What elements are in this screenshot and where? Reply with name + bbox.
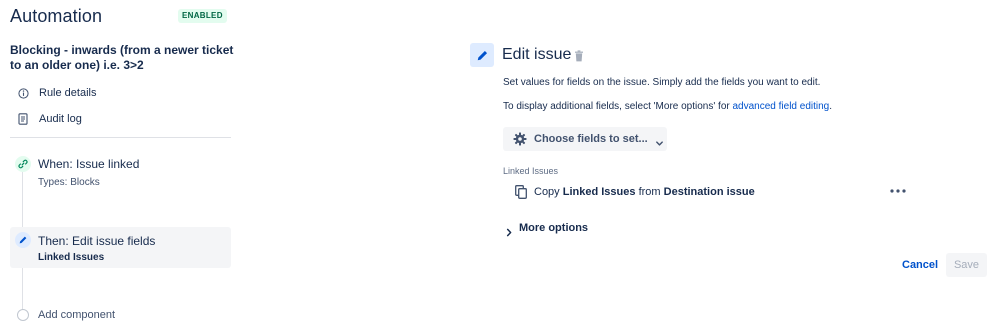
linked-issues-field-label: Linked Issues: [503, 166, 559, 176]
pencil-icon: [15, 232, 31, 248]
copy-description: Copy Linked Issues from Destination issu…: [534, 186, 755, 198]
advanced-hint-suffix: .: [829, 101, 833, 112]
nav-rule-details[interactable]: Rule details: [10, 82, 230, 104]
step-trigger[interactable]: When: Issue linked Types: Blocks: [10, 152, 231, 196]
step-trigger-title: When: Issue linked: [38, 157, 140, 171]
chevron-down-icon: [655, 135, 664, 146]
nav-audit-log[interactable]: Audit log: [10, 108, 230, 130]
copy-word: Copy: [534, 186, 560, 198]
add-component-button[interactable]: Add component: [10, 306, 210, 324]
link-icon: [15, 156, 31, 172]
save-button[interactable]: Save: [946, 253, 987, 277]
rule-name: Blocking - inwards (from a newer ticket …: [10, 43, 234, 72]
cancel-button[interactable]: Cancel: [896, 254, 944, 276]
step-action-title: Then: Edit issue fields: [38, 234, 156, 248]
trash-icon[interactable]: [574, 49, 586, 63]
advanced-field-editing-link[interactable]: advanced field editing: [733, 101, 830, 112]
add-component-label: Add component: [38, 309, 116, 321]
status-badge: ENABLED: [178, 9, 227, 23]
advanced-editing-hint: To display additional fields, select 'Mo…: [503, 101, 832, 112]
add-component-dot-icon: [17, 309, 29, 321]
copy-source: Destination issue: [663, 186, 755, 198]
more-options-label: More options: [519, 222, 589, 234]
info-icon: [15, 85, 31, 101]
nav-rule-details-label: Rule details: [39, 87, 97, 99]
pencil-icon: [470, 43, 494, 67]
more-actions-icon[interactable]: [888, 183, 908, 199]
more-options-toggle[interactable]: More options: [505, 220, 588, 236]
edit-issue-panel: Edit issue Set values for fields on the …: [460, 0, 999, 328]
document-icon: [15, 111, 31, 127]
nav-audit-log-label: Audit log: [39, 113, 82, 125]
step-action[interactable]: Then: Edit issue fields Linked Issues: [10, 227, 231, 268]
copy-icon: [515, 185, 527, 199]
linked-issues-copy-value[interactable]: Copy Linked Issues from Destination issu…: [515, 183, 755, 201]
panel-description: Set values for fields on the issue. Simp…: [503, 77, 821, 88]
choose-fields-label: Choose fields to set...: [534, 133, 648, 145]
copy-from-word: from: [638, 186, 661, 198]
advanced-hint-prefix: To display additional fields, select 'Mo…: [503, 101, 733, 112]
panel-title: Edit issue: [502, 46, 572, 63]
copy-field-name: Linked Issues: [562, 186, 636, 198]
chevron-right-icon: [505, 224, 513, 236]
step-action-subtitle: Linked Issues: [38, 252, 105, 263]
step-trigger-subtitle: Types: Blocks: [38, 177, 100, 188]
choose-fields-button[interactable]: Choose fields to set...: [503, 127, 667, 151]
sidebar: Automation ENABLED Blocking - inwards (f…: [0, 0, 240, 328]
app-title: Automation: [10, 6, 103, 26]
gear-icon: [513, 132, 527, 146]
divider: [10, 137, 231, 138]
